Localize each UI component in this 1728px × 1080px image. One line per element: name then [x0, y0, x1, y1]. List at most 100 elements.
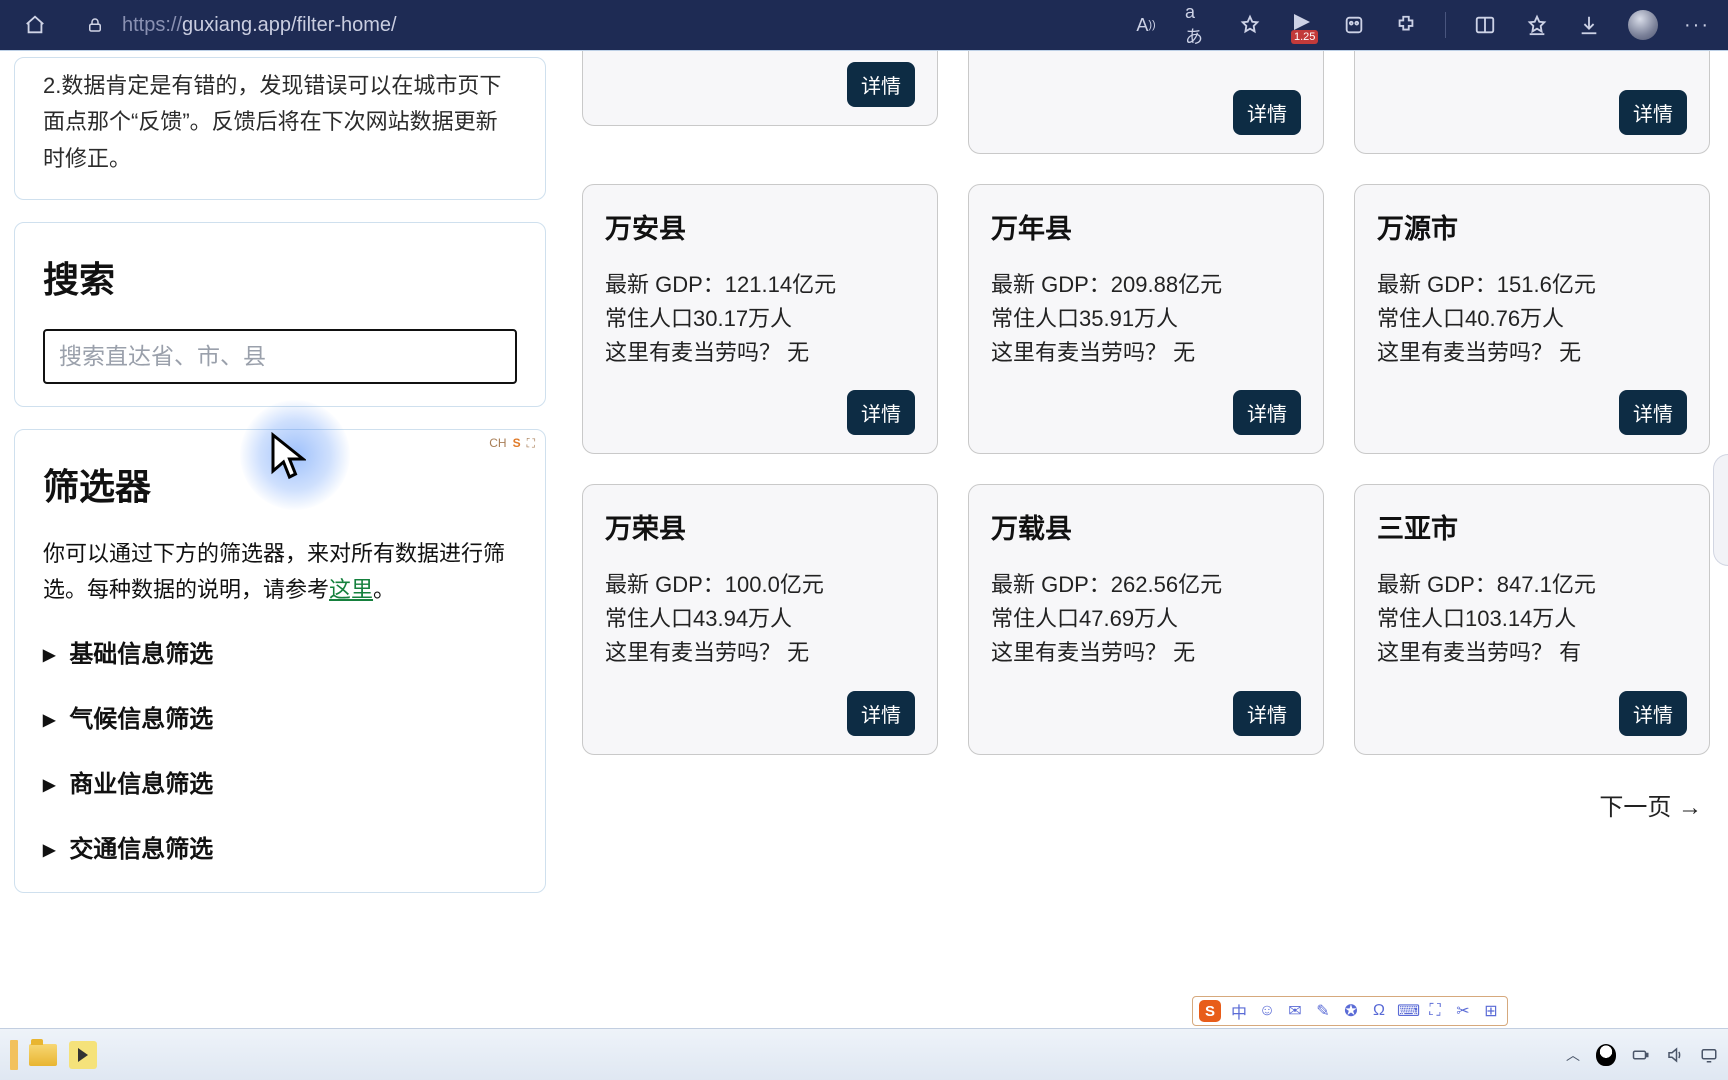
filter-group-business[interactable]: 商业信息筛选 [43, 764, 517, 799]
volume-icon[interactable] [1666, 1046, 1684, 1064]
card-mcdonalds: 这里有麦当劳吗？ 无 [991, 336, 1301, 370]
result-card-partial: 详情 [1354, 51, 1710, 154]
card-title: 万荣县 [605, 507, 915, 546]
system-tray[interactable]: ︿ [1566, 1044, 1718, 1066]
card-title: 万源市 [1377, 207, 1687, 246]
home-icon[interactable] [20, 10, 50, 40]
search-input[interactable] [43, 329, 517, 384]
ime-toolbar-item[interactable]: ✎ [1313, 1001, 1333, 1021]
filter-group-label[interactable]: 交通信息筛选 [43, 829, 517, 864]
screenshot-icon[interactable] [1341, 12, 1367, 38]
network-icon[interactable] [1700, 1046, 1718, 1064]
search-panel: 搜索 [14, 222, 546, 407]
card-population: 常住人口35.91万人 [991, 302, 1301, 336]
file-explorer-icon[interactable] [28, 1040, 58, 1070]
detail-button[interactable]: 详情 [1619, 90, 1687, 135]
browser-address-bar: https://guxiang.app/filter-home/ A)) aあ … [0, 0, 1728, 50]
profile-avatar[interactable] [1628, 10, 1658, 40]
ime-hint: CHS⛶ [489, 436, 535, 451]
filter-group-basic[interactable]: 基础信息筛选 [43, 634, 517, 669]
card-mcdonalds: 这里有麦当劳吗？ 无 [605, 636, 915, 670]
ime-toolbar-item[interactable]: ☺ [1257, 1002, 1277, 1020]
edge-side-tab[interactable] [1713, 454, 1728, 566]
card-population: 常住人口103.14万人 [1377, 602, 1687, 636]
card-gdp: 最新 GDP：847.1亿元 [1377, 568, 1687, 602]
url-protocol: https:// [122, 14, 182, 36]
taskbar-start-sliver[interactable] [10, 1040, 18, 1070]
tray-chevron-up-icon[interactable]: ︿ [1566, 1045, 1580, 1065]
ime-toolbar-item[interactable]: ⌨ [1397, 1001, 1417, 1021]
ime-toolbar[interactable]: S 中 ☺ ✉ ✎ ✪ Ω ⌨ ⛶ ✂ ⊞ [1192, 996, 1508, 1026]
result-card: 万年县最新 GDP：209.88亿元常住人口35.91万人这里有麦当劳吗？ 无详… [968, 184, 1324, 454]
ime-toolbar-item[interactable]: 中 [1229, 999, 1249, 1023]
detail-button[interactable]: 详情 [1233, 691, 1301, 736]
downloads-icon[interactable] [1576, 12, 1602, 38]
qq-icon[interactable] [1596, 1044, 1616, 1066]
result-card: 万安县最新 GDP：121.14亿元常住人口30.17万人这里有麦当劳吗？ 无详… [582, 184, 938, 454]
lock-icon[interactable] [80, 10, 110, 40]
card-gdp: 最新 GDP：151.6亿元 [1377, 268, 1687, 302]
detail-button[interactable]: 详情 [1233, 390, 1301, 435]
detail-button[interactable]: 详情 [1619, 691, 1687, 736]
media-player-icon[interactable] [68, 1040, 98, 1070]
url-path: guxiang.app/filter-home/ [182, 14, 397, 36]
card-title: 万年县 [991, 207, 1301, 246]
result-card: 万荣县最新 GDP：100.0亿元常住人口43.94万人这里有麦当劳吗？ 无详情 [582, 484, 938, 754]
zoom-indicator[interactable]: 1.25 [1289, 12, 1315, 38]
card-population: 常住人口47.69万人 [991, 602, 1301, 636]
ime-toolbar-item[interactable]: ✪ [1341, 1001, 1361, 1021]
result-card: 三亚市最新 GDP：847.1亿元常住人口103.14万人这里有麦当劳吗？ 有详… [1354, 484, 1710, 754]
card-title: 万载县 [991, 507, 1301, 546]
filter-group-label[interactable]: 商业信息筛选 [43, 764, 517, 799]
card-population: 常住人口40.76万人 [1377, 302, 1687, 336]
sidebar: 2.数据肯定是有错的，发现错误可以在城市页下面点那个“反馈”。反馈后将在下次网站… [0, 51, 560, 1028]
battery-icon[interactable] [1632, 1046, 1650, 1064]
card-mcdonalds: 这里有麦当劳吗？ 无 [991, 636, 1301, 670]
split-screen-icon[interactable] [1472, 12, 1498, 38]
detail-button[interactable]: 详情 [847, 691, 915, 736]
ime-logo-icon[interactable]: S [1199, 1000, 1221, 1022]
filter-group-label[interactable]: 基础信息筛选 [43, 634, 517, 669]
card-mcdonalds: 这里有麦当劳吗？ 有 [1377, 636, 1687, 670]
ime-toolbar-item[interactable]: ✉ [1285, 1001, 1305, 1021]
favorites-bar-icon[interactable] [1524, 12, 1550, 38]
detail-button[interactable]: 详情 [1619, 390, 1687, 435]
result-card: 万载县最新 GDP：262.56亿元常住人口47.69万人这里有麦当劳吗？ 无详… [968, 484, 1324, 754]
result-card-partial: 详情 [582, 51, 938, 126]
ime-toolbar-item[interactable]: Ω [1369, 1002, 1389, 1020]
more-menu-icon[interactable]: ··· [1684, 12, 1710, 38]
card-population: 常住人口30.17万人 [605, 302, 915, 336]
ime-toolbar-item[interactable]: ⛶ [1425, 1002, 1445, 1020]
detail-button[interactable]: 详情 [847, 62, 915, 107]
card-gdp: 最新 GDP：100.0亿元 [605, 568, 915, 602]
url-text[interactable]: https://guxiang.app/filter-home/ [122, 14, 397, 37]
partial-row: 详情 详情 详情 [582, 51, 1710, 154]
results-area: 详情 详情 详情 万安县最新 GDP：121.14亿元常住人口30.17万人这里… [560, 51, 1728, 1028]
filter-group-transport[interactable]: 交通信息筛选 [43, 829, 517, 864]
search-heading: 搜索 [43, 251, 517, 303]
filter-panel: CHS⛶ 筛选器 你可以通过下方的筛选器，来对所有数据进行筛选。每种数据的说明，… [14, 429, 546, 894]
filter-group-climate[interactable]: 气候信息筛选 [43, 699, 517, 734]
notice-panel: 2.数据肯定是有错的，发现错误可以在城市页下面点那个“反馈”。反馈后将在下次网站… [14, 57, 546, 200]
ime-toolbar-item[interactable]: ⊞ [1481, 1001, 1501, 1021]
detail-button[interactable]: 详情 [1233, 90, 1301, 135]
card-title: 三亚市 [1377, 507, 1687, 546]
card-title: 万安县 [605, 207, 915, 246]
card-mcdonalds: 这里有麦当劳吗？ 无 [1377, 336, 1687, 370]
next-page-link[interactable]: 下一页 → [582, 787, 1710, 822]
card-gdp: 最新 GDP：262.56亿元 [991, 568, 1301, 602]
taskbar: ︿ [0, 1028, 1728, 1080]
card-gdp: 最新 GDP：121.14亿元 [605, 268, 915, 302]
filter-group-label[interactable]: 气候信息筛选 [43, 699, 517, 734]
favorite-star-icon[interactable] [1237, 12, 1263, 38]
card-gdp: 最新 GDP：209.88亿元 [991, 268, 1301, 302]
ime-toolbar-item[interactable]: ✂ [1453, 1001, 1473, 1021]
translate-icon[interactable]: aあ [1185, 12, 1211, 38]
filter-desc-link[interactable]: 这里 [329, 577, 373, 602]
separator [1445, 12, 1446, 38]
result-card: 万源市最新 GDP：151.6亿元常住人口40.76万人这里有麦当劳吗？ 无详情 [1354, 184, 1710, 454]
extensions-icon[interactable] [1393, 12, 1419, 38]
filter-description: 你可以通过下方的筛选器，来对所有数据进行筛选。每种数据的说明，请参考这里。 [43, 536, 517, 609]
read-aloud-icon[interactable]: A)) [1133, 12, 1159, 38]
detail-button[interactable]: 详情 [847, 390, 915, 435]
